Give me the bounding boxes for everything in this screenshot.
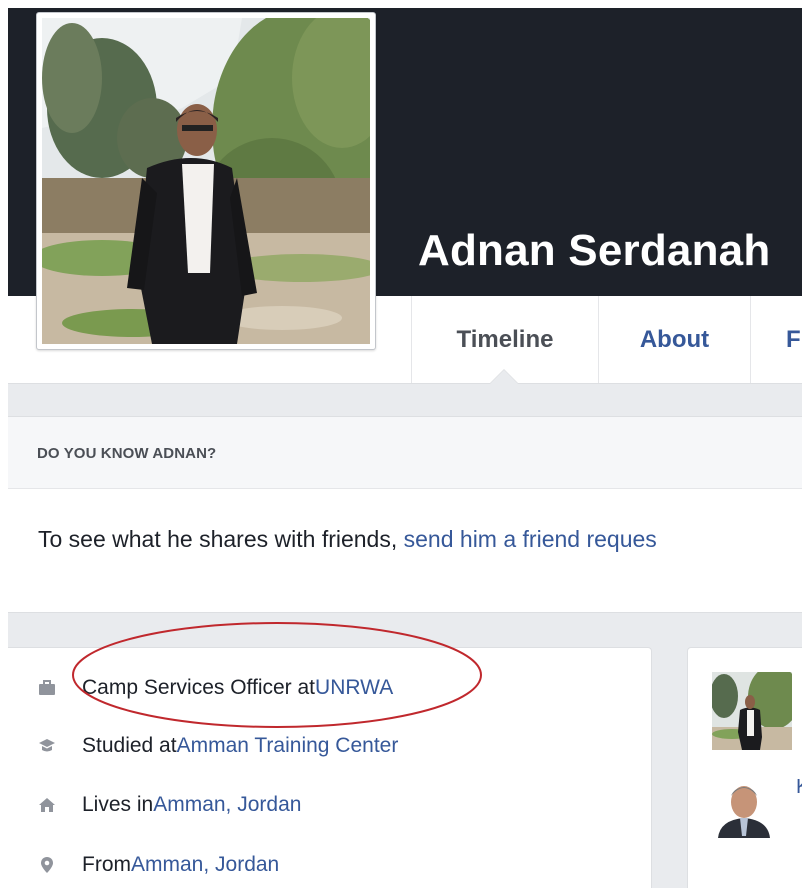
location-pin-icon	[38, 856, 56, 874]
tab-friends[interactable]: F	[751, 296, 802, 383]
intro-education-text: Studied at	[82, 734, 177, 757]
intro-work-text: Camp Services Officer at	[82, 676, 316, 699]
gray-separator	[8, 384, 802, 417]
tab-about[interactable]: About	[599, 296, 751, 383]
photo-thumbnail[interactable]	[712, 672, 792, 750]
hometown-link[interactable]: Amman, Jordan	[131, 853, 279, 877]
friend-avatar[interactable]	[712, 778, 776, 838]
do-you-know-title: DO YOU KNOW ADNAN?	[37, 445, 217, 462]
active-tab-indicator	[490, 370, 518, 384]
intro-education: Studied at Amman Training Center	[38, 734, 398, 758]
do-you-know-panel: DO YOU KNOW ADNAN?	[8, 417, 802, 489]
profile-name[interactable]: Adnan Serdanah	[418, 226, 770, 276]
friend-request-prompt: To see what he shares with friends, send…	[38, 526, 657, 553]
intro-card: Camp Services Officer at UNRWA Studied a…	[8, 647, 652, 888]
house-icon	[38, 796, 56, 814]
friend-request-prompt-text: To see what he shares with friends,	[38, 526, 404, 552]
photos-friends-card: K	[687, 647, 802, 888]
intro-from-text: From	[82, 853, 131, 876]
employer-link[interactable]: UNRWA	[315, 676, 393, 700]
profile-picture[interactable]	[36, 12, 376, 350]
intro-lives: Lives in Amman, Jordan	[38, 793, 301, 817]
friend-name-partial[interactable]: K	[796, 776, 802, 799]
intro-work: Camp Services Officer at UNRWA	[38, 676, 393, 700]
send-friend-request-link[interactable]: send him a friend reques	[404, 526, 657, 552]
current-city-link[interactable]: Amman, Jordan	[153, 793, 301, 817]
briefcase-icon	[38, 679, 56, 697]
profile-photo-image	[42, 18, 370, 344]
intro-lives-text: Lives in	[82, 793, 154, 816]
graduation-cap-icon	[38, 737, 56, 755]
intro-from: From Amman, Jordan	[38, 853, 279, 877]
school-link[interactable]: Amman Training Center	[177, 734, 399, 758]
